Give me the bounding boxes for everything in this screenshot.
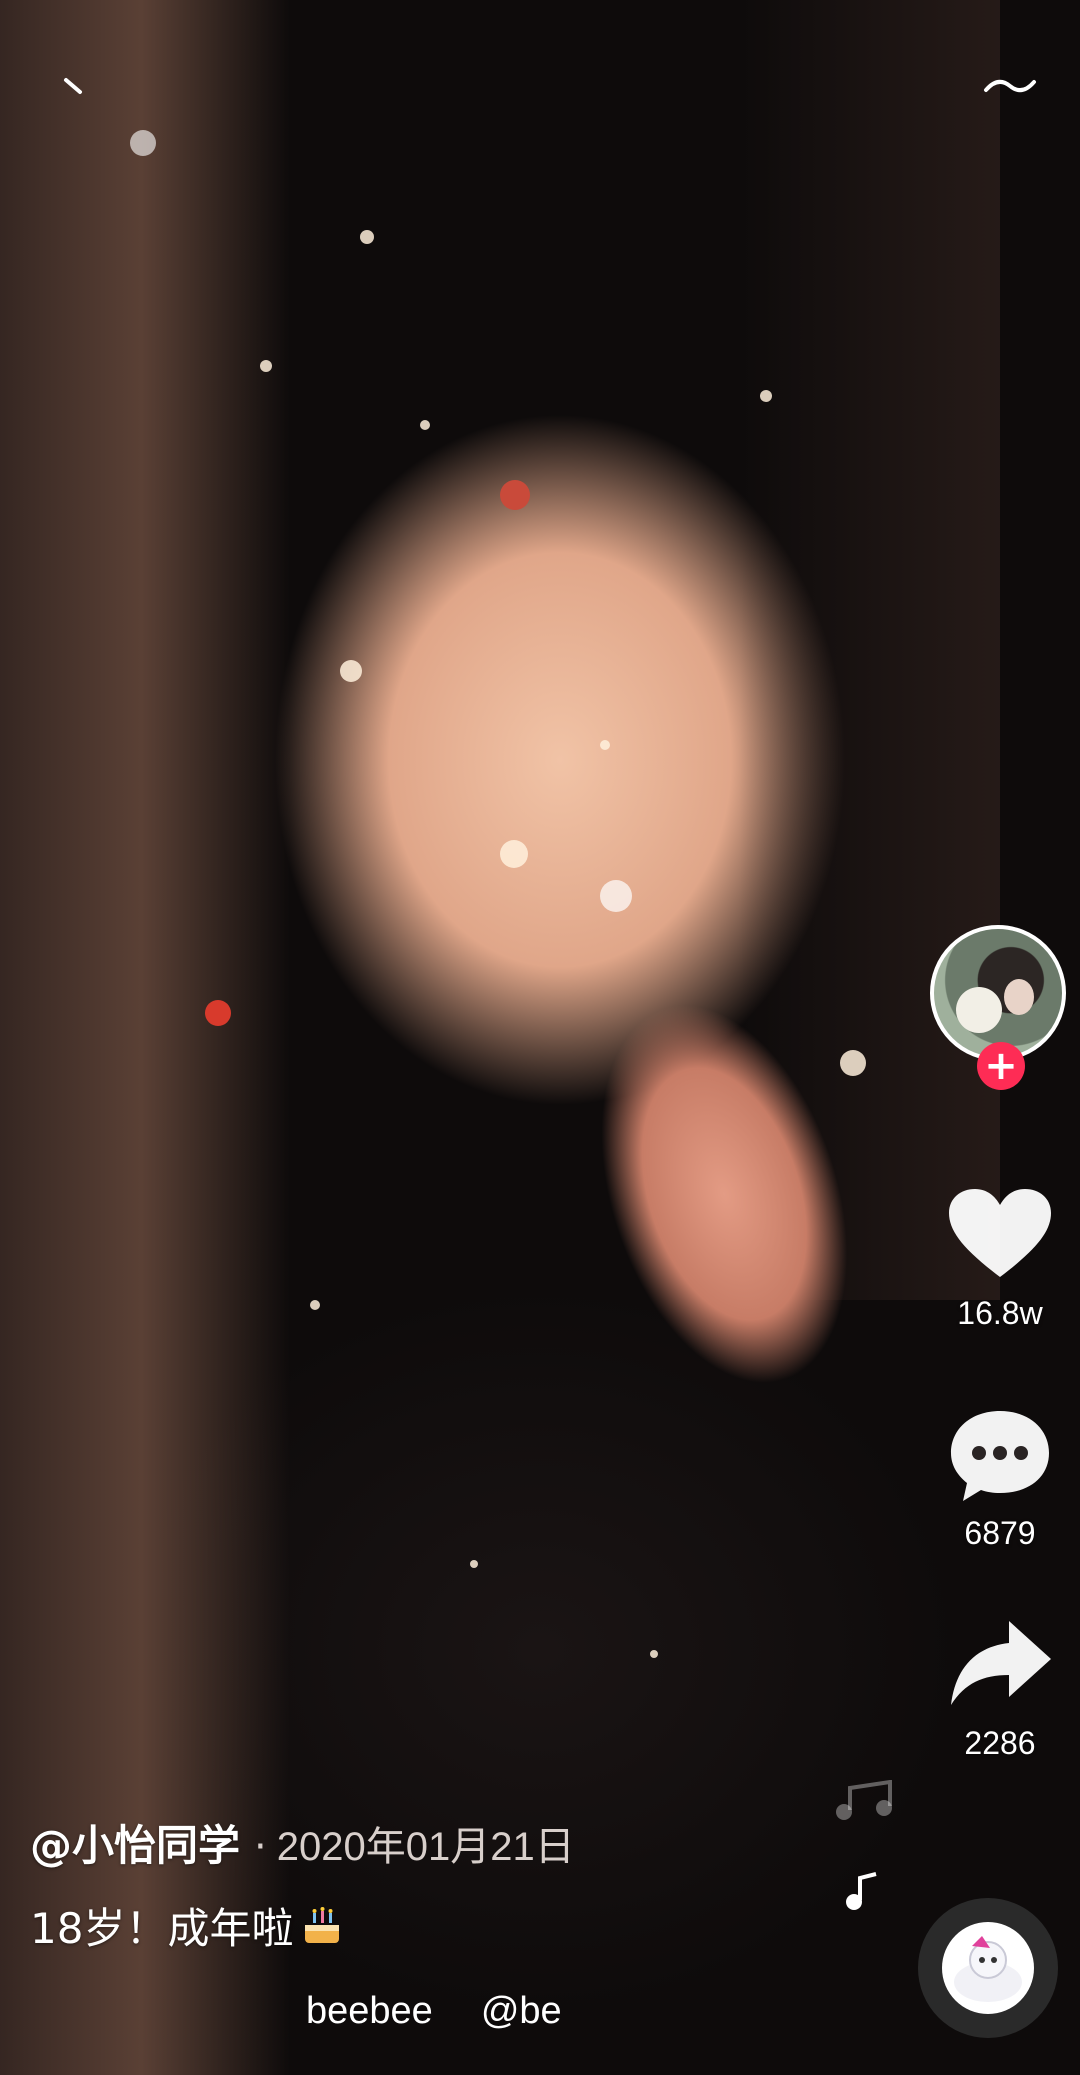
comment-count: 6879 (964, 1515, 1036, 1551)
sparkle (600, 880, 632, 912)
author-line: @小怡同学 · 2020年01月21日 (30, 1812, 880, 1873)
avatar-face (1004, 979, 1034, 1015)
sparkle (500, 480, 530, 510)
music-cover (942, 1922, 1034, 2014)
sparkle (760, 390, 772, 402)
author-avatar-group[interactable]: + (930, 925, 1070, 1090)
post-date: 2020年01月21日 (276, 1825, 575, 1869)
follow-button[interactable]: + (977, 1042, 1025, 1090)
comment-button[interactable]: 6879 (920, 1405, 1080, 1552)
back-icon[interactable] (60, 70, 100, 110)
music-disc[interactable] (918, 1898, 1058, 2038)
sparkle (340, 660, 362, 682)
like-button[interactable]: 16.8w (920, 1185, 1080, 1332)
comment-icon (951, 1411, 1049, 1501)
sparkle (310, 1300, 320, 1310)
sparkle (840, 1050, 866, 1076)
sparkle (470, 1560, 478, 1568)
sparkle (650, 1650, 658, 1658)
sparkle (260, 360, 272, 372)
share-count: 2286 (964, 1725, 1036, 1761)
caption-text: 18岁！成年啦 (30, 1904, 294, 1953)
music-marquee[interactable]: beebee @be (306, 1990, 576, 2040)
sparkle (500, 840, 528, 868)
music-author: @be (480, 1990, 562, 2032)
sparkle (600, 740, 610, 750)
plus-icon: + (984, 1043, 1018, 1089)
video-info: @小怡同学 · 2020年01月21日 18岁！成年啦 (30, 1812, 880, 1956)
sparkle (420, 420, 430, 430)
video-caption: 18岁！成年啦 (30, 1895, 880, 1956)
share-button[interactable]: 2286 (920, 1615, 1080, 1762)
share-arrow-icon (951, 1621, 1051, 1705)
sparkle (360, 230, 374, 244)
avatar-fan (956, 987, 1002, 1033)
author-avatar[interactable] (930, 925, 1066, 1061)
more-icon[interactable] (980, 70, 1040, 110)
heart-icon (949, 1189, 1051, 1277)
like-count: 16.8w (957, 1295, 1043, 1331)
music-title: beebee (306, 1990, 433, 2032)
separator-dot: · (254, 1824, 267, 1870)
cake-icon (305, 1906, 340, 1943)
sparkle (205, 1000, 231, 1026)
video-background-hair (0, 0, 290, 2075)
video-player[interactable]: + 16.8w 6879 2286 @小怡同学 · 2020年01月21日 18… (0, 0, 1080, 2075)
sparkle (130, 130, 156, 156)
author-name[interactable]: @小怡同学 (30, 1812, 240, 1873)
music-cover-art-icon (954, 1936, 1022, 2002)
